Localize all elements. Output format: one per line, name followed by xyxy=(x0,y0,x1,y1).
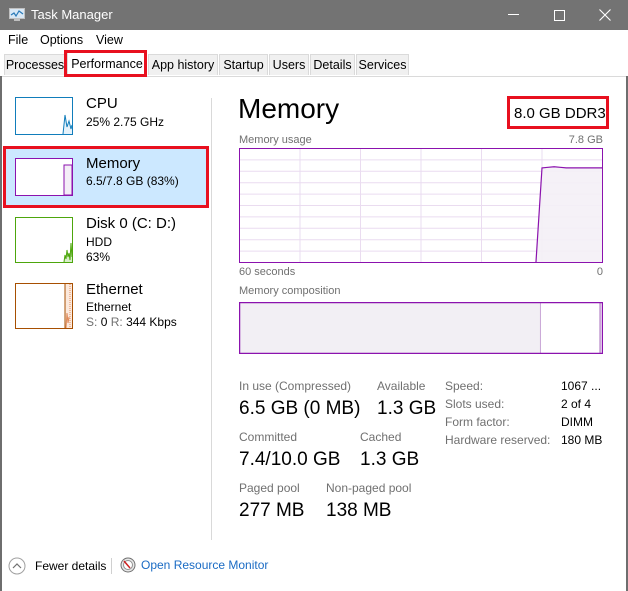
disk-thumbnail-graph xyxy=(15,217,73,263)
window-title: Task Manager xyxy=(31,7,113,22)
tab-startup[interactable]: Startup xyxy=(219,54,268,75)
menu-options[interactable]: Options xyxy=(40,33,83,47)
in-use-label: In use (Compressed) xyxy=(239,379,352,393)
composition-in-use[interactable] xyxy=(240,303,541,353)
usage-graph-max: 7.8 GB xyxy=(568,134,603,146)
fewer-details-button[interactable]: Fewer details xyxy=(8,557,106,575)
minimize-icon xyxy=(507,14,519,15)
speed-label: Speed: xyxy=(445,379,484,393)
usage-graph-x-left: 60 seconds xyxy=(239,266,296,278)
nonpaged-pool-value: 138 MB xyxy=(326,500,392,521)
title-bar: Task Manager xyxy=(0,0,628,30)
memory-item-highlight xyxy=(3,146,209,208)
tab-processes[interactable]: Processes xyxy=(4,54,66,75)
maximize-button[interactable] xyxy=(536,0,582,30)
paged-pool-label: Paged pool xyxy=(239,481,300,495)
ethernet-title: Ethernet xyxy=(86,281,143,298)
memory-usage-graph xyxy=(239,148,603,263)
usage-graph-x-right: 0 xyxy=(596,266,603,278)
send-label: S: xyxy=(86,315,98,329)
close-icon xyxy=(599,9,611,21)
tab-app-history[interactable]: App history xyxy=(148,54,218,75)
form-factor-value: DIMM xyxy=(561,415,593,429)
page-title: Memory xyxy=(238,93,340,124)
fewer-details-label: Fewer details xyxy=(35,559,107,573)
in-use-value: 6.5 GB (0 MB) xyxy=(239,398,361,419)
hardware-reserved-value: 180 MB xyxy=(561,433,603,447)
close-button[interactable] xyxy=(582,0,628,30)
cpu-usage: 25% 2.75 GHz xyxy=(86,115,165,129)
chevron-up-circle-icon xyxy=(8,557,26,575)
memory-hardware: 8.0 GB DDR3 xyxy=(514,105,606,122)
open-resource-monitor-link[interactable]: Open Resource Monitor xyxy=(120,557,268,573)
cached-label: Cached xyxy=(360,430,402,444)
menu-bar xyxy=(0,30,628,50)
send-value: 0 xyxy=(100,315,108,329)
usage-area xyxy=(535,166,603,263)
performance-tab-highlight xyxy=(64,50,147,77)
ethernet-throughput: S: 0 R: 344 Kbps xyxy=(86,315,177,329)
tab-services[interactable]: Services xyxy=(356,54,409,75)
cpu-thumbnail-graph xyxy=(15,97,73,135)
slots-label: Slots used: xyxy=(445,397,505,411)
committed-label: Committed xyxy=(239,430,298,444)
available-value: 1.3 GB xyxy=(377,398,437,419)
form-factor-label: Form factor: xyxy=(445,415,510,429)
sidebar-divider xyxy=(211,98,212,540)
menu-file[interactable]: File xyxy=(8,33,28,47)
tab-details[interactable]: Details xyxy=(310,54,355,75)
resource-monitor-icon xyxy=(120,557,136,573)
composition-label: Memory composition xyxy=(239,285,341,297)
usage-graph-label: Memory usage xyxy=(239,134,312,146)
cached-value: 1.3 GB xyxy=(360,449,420,470)
cpu-title: CPU xyxy=(86,95,118,112)
menu-view[interactable]: View xyxy=(96,33,123,47)
disk-usage: 63% xyxy=(86,250,111,264)
nonpaged-pool-label: Non-paged pool xyxy=(326,481,412,495)
slots-value: 2 of 4 xyxy=(561,397,592,411)
maximize-icon xyxy=(553,9,565,21)
receive-value: 344 Kbps xyxy=(126,315,177,329)
disk-type: HDD xyxy=(86,235,112,249)
ethernet-adapter: Ethernet xyxy=(86,300,132,314)
ethernet-thumbnail-graph xyxy=(15,283,73,329)
hardware-reserved-label: Hardware reserved: xyxy=(445,433,551,447)
memory-composition-bar[interactable] xyxy=(239,302,603,354)
sidebar-item-disk[interactable]: Disk 0 (C: D:) HDD 63% xyxy=(10,213,208,268)
minimize-button[interactable] xyxy=(490,0,536,30)
available-label: Available xyxy=(377,379,426,393)
sidebar-item-ethernet[interactable]: Ethernet Ethernet S: 0 R: 344 Kbps xyxy=(10,279,208,334)
task-manager-app-icon xyxy=(9,8,25,21)
footer-divider xyxy=(111,558,112,574)
committed-value: 7.4/10.0 GB xyxy=(239,449,341,470)
sidebar-item-cpu[interactable]: CPU 25% 2.75 GHz xyxy=(10,93,208,143)
paged-pool-value: 277 MB xyxy=(239,500,305,521)
disk-title: Disk 0 (C: D:) xyxy=(86,215,176,232)
speed-value: 1067 ... xyxy=(561,379,602,393)
resource-monitor-label[interactable]: Open Resource Monitor xyxy=(141,558,268,572)
window-border-left xyxy=(0,76,2,591)
composition-modified[interactable] xyxy=(599,303,601,353)
receive-label: R: xyxy=(110,315,123,329)
tab-users[interactable]: Users xyxy=(269,54,309,75)
